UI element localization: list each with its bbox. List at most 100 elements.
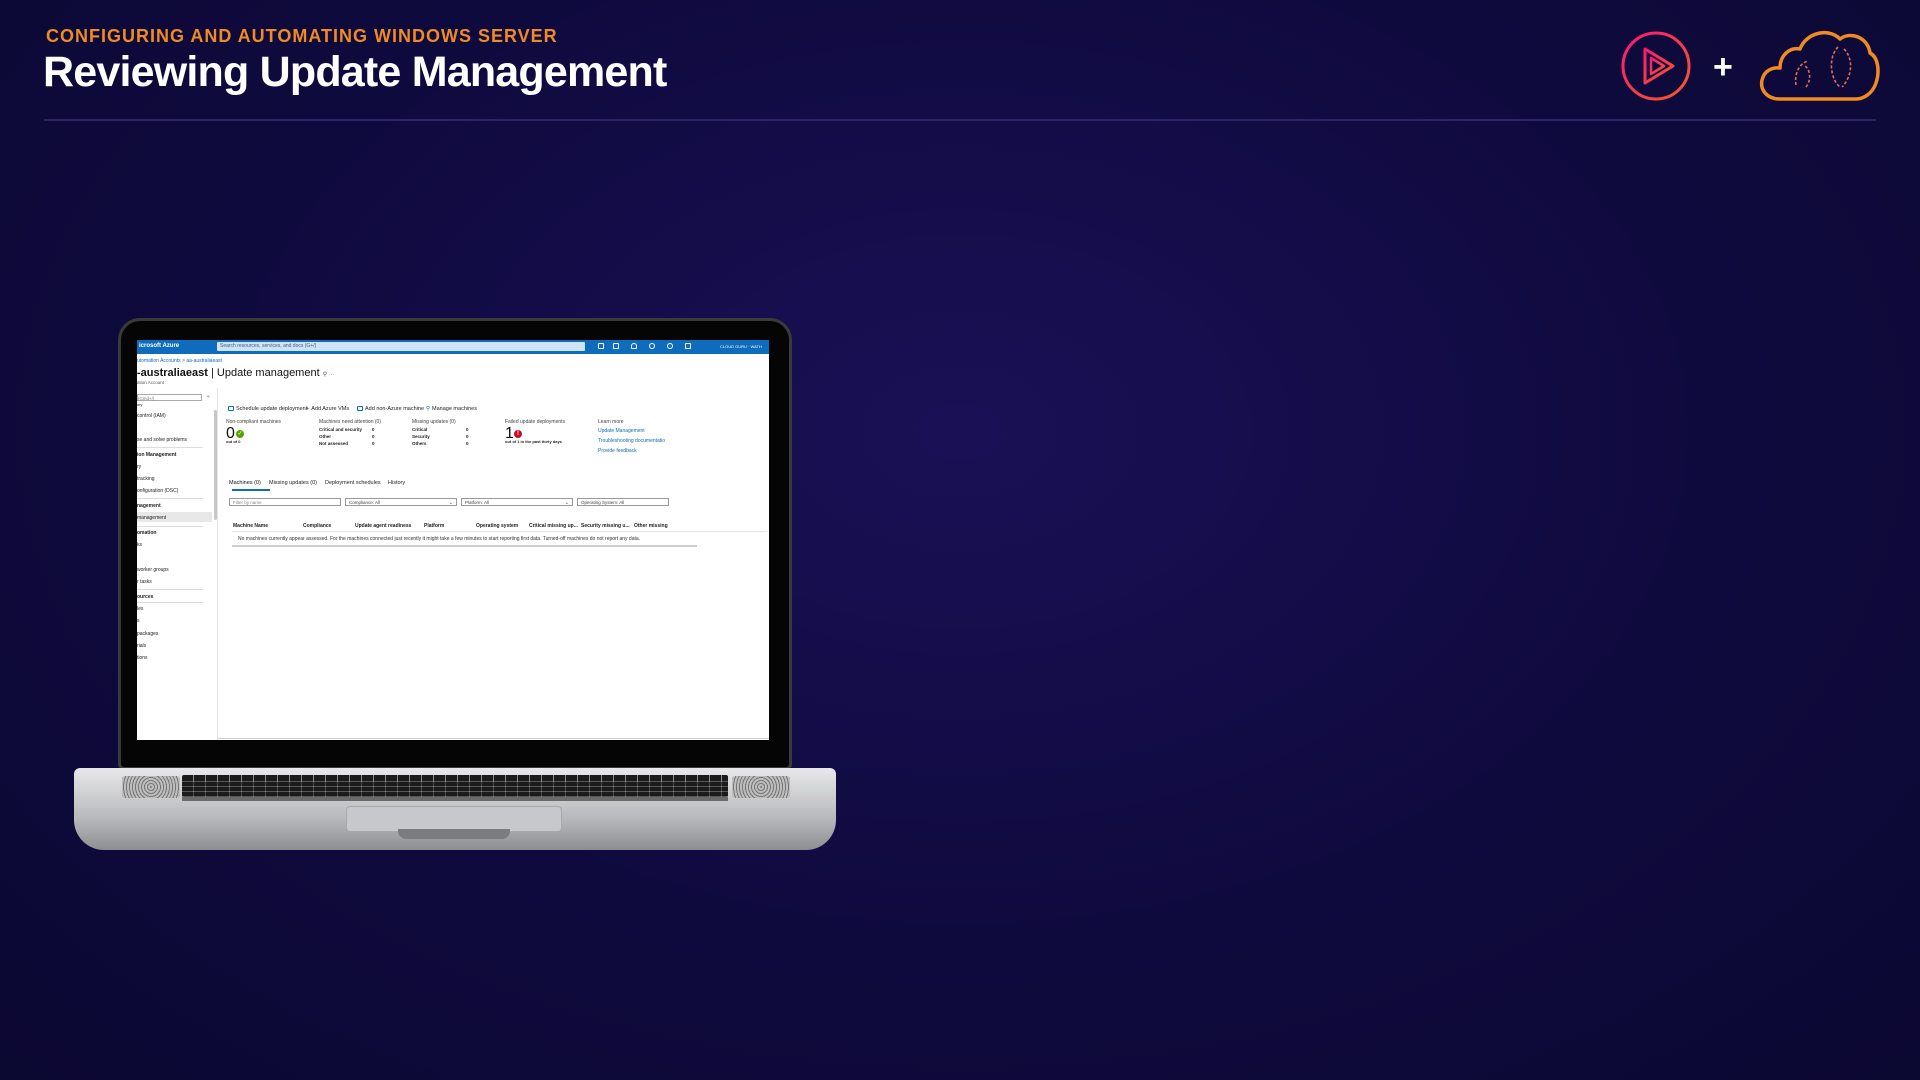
cloud-shell-icon[interactable] — [598, 343, 604, 349]
settings-gear-icon[interactable] — [649, 343, 655, 349]
table-horizontal-scrollbar[interactable] — [232, 545, 697, 547]
external-link-icon — [357, 406, 363, 412]
add-non-azure-machine-button[interactable]: Add non-Azure machine — [357, 406, 424, 412]
pin-icon[interactable]: ⚲ ··· — [323, 372, 335, 378]
sidebar-item-connections[interactable]: tions — [137, 655, 148, 661]
right-speaker-grille — [732, 776, 790, 798]
breadcrumb[interactable]: utomation Accounts > aa-australiaeast — [137, 358, 222, 364]
chevron-down-icon: ⌄ — [448, 500, 453, 506]
missing-row-critical-value: 0 — [466, 427, 469, 432]
sidebar-section-process-automation: omation — [137, 530, 157, 536]
column-security-missing[interactable]: Security missing u... — [581, 523, 630, 529]
sidebar-item-hybrid-worker-groups[interactable]: worker groups — [137, 567, 169, 573]
laptop-screen: icrosoft Azure Search resources, service… — [137, 340, 769, 740]
column-compliance[interactable]: Compliance — [303, 523, 331, 529]
calendar-icon — [228, 406, 234, 412]
attention-row-critical-label: Critical and security — [319, 427, 363, 432]
tab-deployment-schedules[interactable]: Deployment schedules — [325, 480, 381, 486]
collapse-icon[interactable]: « — [207, 394, 210, 400]
course-eyebrow: CONFIGURING AND AUTOMATING WINDOWS SERVE… — [46, 26, 558, 46]
platform-filter-select[interactable]: Platform: All ⌄ — [461, 498, 573, 506]
platform-filter-value: Platform: All — [465, 500, 490, 505]
os-filter-select[interactable]: Operating System: All — [577, 498, 669, 506]
sidebar-item-inventory[interactable]: ry — [137, 464, 141, 470]
page-title-resource: -australiaeast — [137, 367, 208, 379]
resource-sidebar: (Cmd+/) « ory control (IAM) se and solve… — [137, 388, 218, 740]
notifications-bell-icon[interactable] — [631, 343, 637, 349]
slide-title: Reviewing Update Management — [43, 48, 667, 96]
column-other-missing[interactable]: Other missing — [634, 523, 668, 529]
failed-deployments-sub: out of 1 in the past thirty days — [505, 439, 562, 444]
account-label[interactable]: CLOUD GURU · WATH — [720, 344, 762, 349]
sidebar-divider — [137, 526, 203, 527]
tab-history[interactable]: History — [388, 480, 405, 486]
sidebar-section-shared-resources: ources — [137, 594, 154, 600]
plus-symbol: + — [1713, 48, 1733, 86]
sidebar-item-diagnose[interactable]: se and solve problems — [137, 437, 187, 443]
column-operating-system[interactable]: Operating system — [476, 523, 518, 529]
pluralsight-logo-icon — [1621, 31, 1691, 101]
sidebar-section-configuration: ion Management — [137, 452, 177, 458]
sidebar-item[interactable]: ory — [137, 402, 143, 407]
sidebar-divider — [137, 602, 203, 603]
missing-row-security-label: Security — [412, 434, 430, 439]
table-header-divider — [232, 531, 767, 532]
directory-icon[interactable] — [613, 343, 619, 349]
sidebar-item-update-management[interactable]: management — [137, 515, 166, 521]
manage-machines-button[interactable]: ⚲ Manage machines — [426, 406, 477, 412]
active-tab-underline — [232, 489, 270, 491]
feedback-icon[interactable] — [685, 343, 691, 349]
column-platform[interactable]: Platform — [424, 523, 444, 529]
add-azure-vms-button[interactable]: + Add Azure VMs — [306, 406, 349, 412]
sidebar-item-dsc[interactable]: onfiguration (DSC) — [137, 488, 178, 494]
attention-row-notassessed-value: 0 — [372, 441, 375, 446]
link-icon: ⚲ — [426, 406, 431, 412]
os-filter-value: Operating System: All — [581, 500, 625, 505]
column-critical-missing[interactable]: Critical missing up... — [529, 523, 578, 529]
sidebar-item-modules[interactable]: s — [137, 618, 140, 624]
page-subtitle: ation Account — [137, 380, 165, 385]
compliance-filter-value: Compliance: All — [349, 500, 381, 505]
attention-row-notassessed-label: Not assessed — [319, 441, 349, 446]
schedule-update-deployment-button[interactable]: Schedule update deployment — [228, 406, 307, 412]
sidebar-item-change-tracking[interactable]: tracking — [137, 476, 155, 482]
missing-row-others-value: 0 — [466, 441, 469, 446]
attention-row-other-label: Other — [319, 434, 332, 439]
noncompliant-sub: out of 0 — [226, 439, 241, 444]
attention-label: Machines need attention (0) — [319, 419, 381, 425]
sidebar-item-schedules[interactable]: les — [137, 606, 143, 612]
azure-brand[interactable]: icrosoft Azure — [139, 343, 179, 349]
compliance-filter-select[interactable]: Compliance: All ⌄ — [345, 498, 457, 506]
check-icon: ✓ — [236, 430, 244, 438]
azure-top-bar: icrosoft Azure Search resources, service… — [137, 340, 769, 354]
tab-missing-updates[interactable]: Missing updates (0) — [269, 480, 317, 486]
header-divider — [44, 119, 1876, 121]
learn-link-troubleshooting[interactable]: Troubleshooting documentatio — [598, 438, 665, 444]
learn-link-update-management[interactable]: Update Management — [598, 428, 645, 434]
learn-more-label: Learn more — [598, 419, 624, 425]
page-title: -australiaeast | Update management ⚲ ··· — [137, 367, 335, 379]
laptop-keyboard-rows — [182, 781, 728, 801]
sidebar-item-runbooks[interactable]: ks — [137, 542, 142, 548]
missing-row-critical-label: Critical — [412, 427, 428, 432]
chevron-down-icon: ⌄ — [564, 500, 569, 506]
sidebar-scrollbar[interactable] — [214, 410, 217, 520]
filter-by-name-input[interactable]: Filter by name — [229, 498, 341, 506]
sidebar-item-watcher-tasks[interactable]: r tasks — [137, 579, 152, 585]
tab-machines[interactable]: Machines (0) — [229, 480, 261, 486]
missing-updates-label: Missing updates (0) — [412, 419, 456, 425]
global-search-input[interactable]: Search resources, services, and docs (G+… — [217, 342, 585, 351]
add-azure-vms-label: Add Azure VMs — [311, 406, 350, 412]
help-icon[interactable] — [667, 343, 673, 349]
learn-link-feedback[interactable]: Provide feedback — [598, 448, 637, 454]
sidebar-item-credentials[interactable]: rials — [137, 643, 146, 649]
column-machine-name[interactable]: Machine Name — [233, 523, 268, 529]
failed-deployments-label: Failed update deployments — [505, 419, 566, 425]
sidebar-search-input[interactable]: (Cmd+/) — [137, 394, 202, 401]
attention-row-critical-value: 0 — [372, 427, 375, 432]
sidebar-item-iam[interactable]: control (IAM) — [137, 413, 166, 419]
sidebar-item-python-packages[interactable]: packages — [137, 631, 158, 637]
sidebar-divider — [137, 498, 203, 499]
schedule-update-deployment-label: Schedule update deployment — [236, 406, 308, 412]
column-agent-readiness[interactable]: Update agent readiness — [355, 523, 411, 529]
